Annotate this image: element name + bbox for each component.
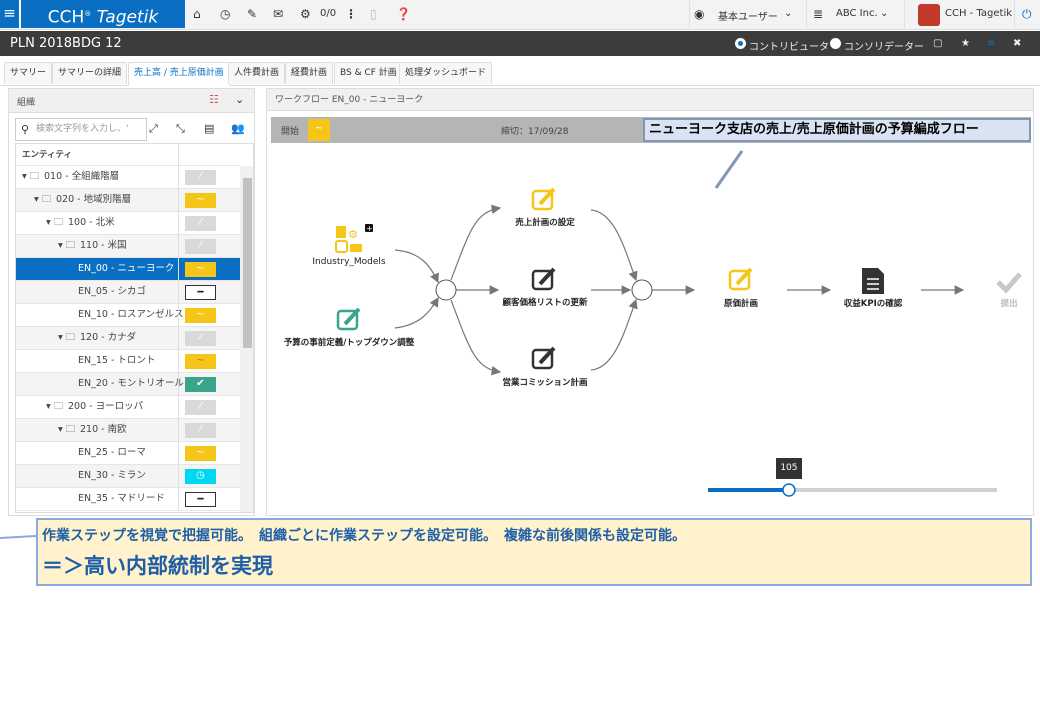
document-icon	[862, 268, 884, 294]
node-sales-plan[interactable]: 売上計画の設定	[465, 216, 625, 228]
callout-line	[0, 535, 37, 539]
zoom-slider-handle[interactable]	[782, 483, 796, 497]
node-submit[interactable]: 提出	[929, 297, 1040, 309]
flow-arrow	[450, 299, 502, 376]
gateway-node	[631, 279, 653, 301]
edit-icon-yellow	[728, 267, 753, 291]
edit-icon-dark	[531, 346, 556, 370]
svg-text:⚙: ⚙	[348, 228, 358, 241]
node-topdown-adjustment[interactable]: 予算の事前定義/トップダウン調整	[269, 336, 429, 348]
flow-title-callout: ニューヨーク支店の売上/売上原価計画の予算編成フロー	[643, 118, 1031, 142]
svg-text:+: +	[366, 224, 373, 233]
zoom-tooltip: 105	[775, 458, 802, 479]
node-commission[interactable]: 営業コミッション計画	[465, 376, 625, 388]
summary-line-2: ＝＞高い内部統制を実現	[42, 554, 273, 578]
flow-arrow	[590, 298, 638, 371]
flow-arrow	[394, 296, 439, 329]
summary-line-1: 作業ステップを視覚で把握可能。 組織ごとに作業ステップを設定可能。 複雑な前後関…	[42, 528, 686, 544]
workflow-diagram: ⚙ +	[0, 150, 1022, 539]
node-price-list[interactable]: 顧客価格リストの更新	[465, 296, 625, 308]
check-icon	[996, 272, 1022, 294]
callout-line	[714, 150, 744, 189]
summary-callout: 作業ステップを視覚で把握可能。 組織ごとに作業ステップを設定可能。 複雑な前後関…	[36, 518, 1032, 586]
gateway-node	[435, 279, 457, 301]
edit-icon-green	[336, 307, 361, 331]
industry-models-icon: ⚙ +	[335, 224, 373, 253]
edit-icon-yellow	[531, 187, 556, 211]
edit-icon-dark	[531, 267, 556, 291]
node-industry-models[interactable]: Industry_Models	[269, 257, 429, 267]
